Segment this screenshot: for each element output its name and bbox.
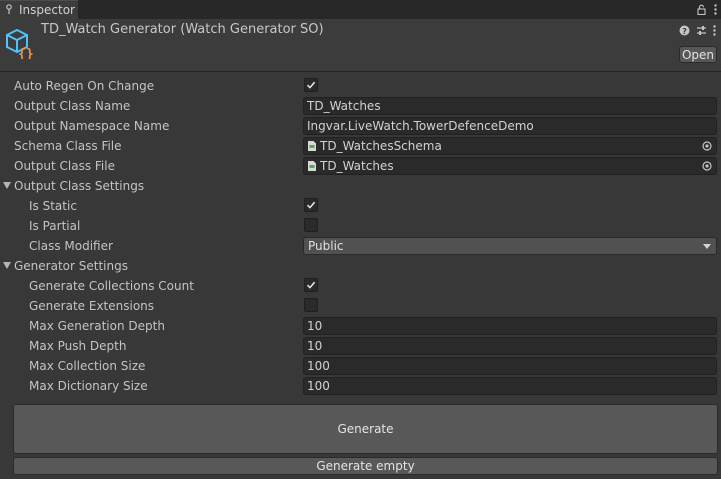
max-gen-depth-row: Max Generation Depth 10 <box>0 316 721 336</box>
max-collection-size-row: Max Collection Size 100 <box>0 356 721 376</box>
foldout-arrow-icon <box>3 182 11 189</box>
foldout-arrow-icon <box>3 262 11 269</box>
class-modifier-label: Class Modifier <box>29 239 113 253</box>
svg-text:?: ? <box>682 27 687 36</box>
svg-text:{}: {} <box>18 47 34 59</box>
generator-settings-foldout[interactable]: Generator Settings <box>0 256 721 276</box>
page-title: TD_Watch Generator (Watch Generator SO) <box>41 22 324 37</box>
object-picker-icon[interactable] <box>702 161 712 171</box>
generate-button[interactable]: Generate <box>13 404 718 454</box>
dropdown-arrow-icon <box>703 244 711 249</box>
max-gen-depth-field[interactable]: 10 <box>303 317 717 335</box>
output-namespace-label: Output Namespace Name <box>14 119 170 133</box>
gen-collections-count-checkbox[interactable] <box>304 278 318 292</box>
output-class-file-field[interactable]: TD_Watches <box>303 157 717 175</box>
schema-class-file-label: Schema Class File <box>14 139 122 153</box>
output-namespace-field[interactable]: Ingvar.LiveWatch.TowerDefenceDemo <box>303 117 717 135</box>
text-asset-icon <box>308 141 316 151</box>
checkmark-icon <box>306 81 316 89</box>
max-dictionary-size-label: Max Dictionary Size <box>29 379 148 393</box>
gen-extensions-checkbox[interactable] <box>304 298 318 312</box>
output-class-settings-label: Output Class Settings <box>14 179 145 193</box>
is-partial-label: Is Partial <box>29 219 81 233</box>
max-gen-depth-label: Max Generation Depth <box>29 319 165 333</box>
tab-inspector[interactable]: Inspector <box>0 0 78 19</box>
max-dictionary-size-field[interactable]: 100 <box>303 377 717 395</box>
inspector-icon <box>6 4 12 14</box>
scriptable-object-icon: {} <box>6 28 34 59</box>
is-partial-row: Is Partial <box>0 216 721 236</box>
gen-extensions-row: Generate Extensions <box>0 296 721 316</box>
auto-regen-label: Auto Regen On Change <box>14 79 155 93</box>
checkmark-icon <box>306 201 316 209</box>
menu-icon[interactable] <box>714 4 717 15</box>
preset-icon[interactable] <box>696 25 707 36</box>
output-class-name-field[interactable]: TD_Watches <box>303 97 717 115</box>
generator-settings-label: Generator Settings <box>14 259 128 273</box>
class-modifier-row: Class Modifier Public <box>0 236 721 256</box>
generate-empty-button[interactable]: Generate empty <box>13 457 718 475</box>
output-class-settings-foldout[interactable]: Output Class Settings <box>0 176 721 196</box>
is-static-checkbox[interactable] <box>304 198 318 212</box>
checkmark-icon <box>306 281 316 289</box>
max-push-depth-field[interactable]: 10 <box>303 337 717 355</box>
max-push-depth-label: Max Push Depth <box>29 339 127 353</box>
max-push-depth-row: Max Push Depth 10 <box>0 336 721 356</box>
output-namespace-row: Output Namespace Name Ingvar.LiveWatch.T… <box>0 116 721 136</box>
max-collection-size-field[interactable]: 100 <box>303 357 717 375</box>
gen-collections-count-row: Generate Collections Count <box>0 276 721 296</box>
gen-extensions-label: Generate Extensions <box>29 299 155 313</box>
open-button[interactable]: Open <box>679 46 717 63</box>
output-class-file-row: Output Class File TD_Watches <box>0 156 721 176</box>
tab-label: Inspector <box>19 3 75 17</box>
is-partial-checkbox[interactable] <box>304 218 318 232</box>
auto-regen-checkbox[interactable] <box>304 78 318 92</box>
is-static-label: Is Static <box>29 199 77 213</box>
inspector-header: {} TD_Watch Generator (Watch Generator S… <box>0 19 721 72</box>
tab-bar: Inspector <box>0 0 721 19</box>
schema-class-file-field[interactable]: TD_WatchesSchema <box>303 137 717 155</box>
output-class-file-value: TD_Watches <box>320 159 394 173</box>
output-class-name-label: Output Class Name <box>14 99 131 113</box>
more-icon[interactable] <box>713 25 716 36</box>
output-class-name-row: Output Class Name TD_Watches <box>0 96 721 116</box>
output-class-file-label: Output Class File <box>14 159 115 173</box>
help-icon[interactable]: ? <box>679 25 690 36</box>
text-asset-icon <box>308 161 316 171</box>
is-static-row: Is Static <box>0 196 721 216</box>
max-dictionary-size-row: Max Dictionary Size 100 <box>0 376 721 396</box>
auto-regen-row: Auto Regen On Change <box>0 76 721 96</box>
max-collection-size-label: Max Collection Size <box>29 359 146 373</box>
class-modifier-value: Public <box>308 239 344 253</box>
lock-icon[interactable] <box>697 4 706 15</box>
gen-collections-count-label: Generate Collections Count <box>29 279 194 293</box>
schema-class-file-row: Schema Class File TD_WatchesSchema <box>0 136 721 156</box>
class-modifier-dropdown[interactable]: Public <box>303 237 717 255</box>
object-picker-icon[interactable] <box>702 141 712 151</box>
schema-class-file-value: TD_WatchesSchema <box>320 139 442 153</box>
